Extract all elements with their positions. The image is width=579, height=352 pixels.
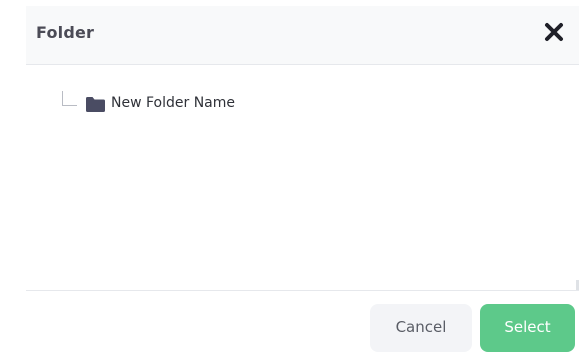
tree-branch-line <box>62 91 77 106</box>
folder-tree: New Folder Name <box>26 65 579 290</box>
folder-picker-dialog: Folder New Folder Name Cancel Select <box>0 0 579 352</box>
dialog-header: Folder <box>26 6 579 65</box>
tree-item-label: New Folder Name <box>111 95 236 111</box>
dialog-title: Folder <box>36 23 95 42</box>
folder-icon <box>86 97 105 112</box>
footer-divider <box>26 290 579 291</box>
select-button[interactable]: Select <box>480 304 575 352</box>
cancel-button[interactable]: Cancel <box>370 304 472 352</box>
close-icon[interactable] <box>543 21 565 43</box>
